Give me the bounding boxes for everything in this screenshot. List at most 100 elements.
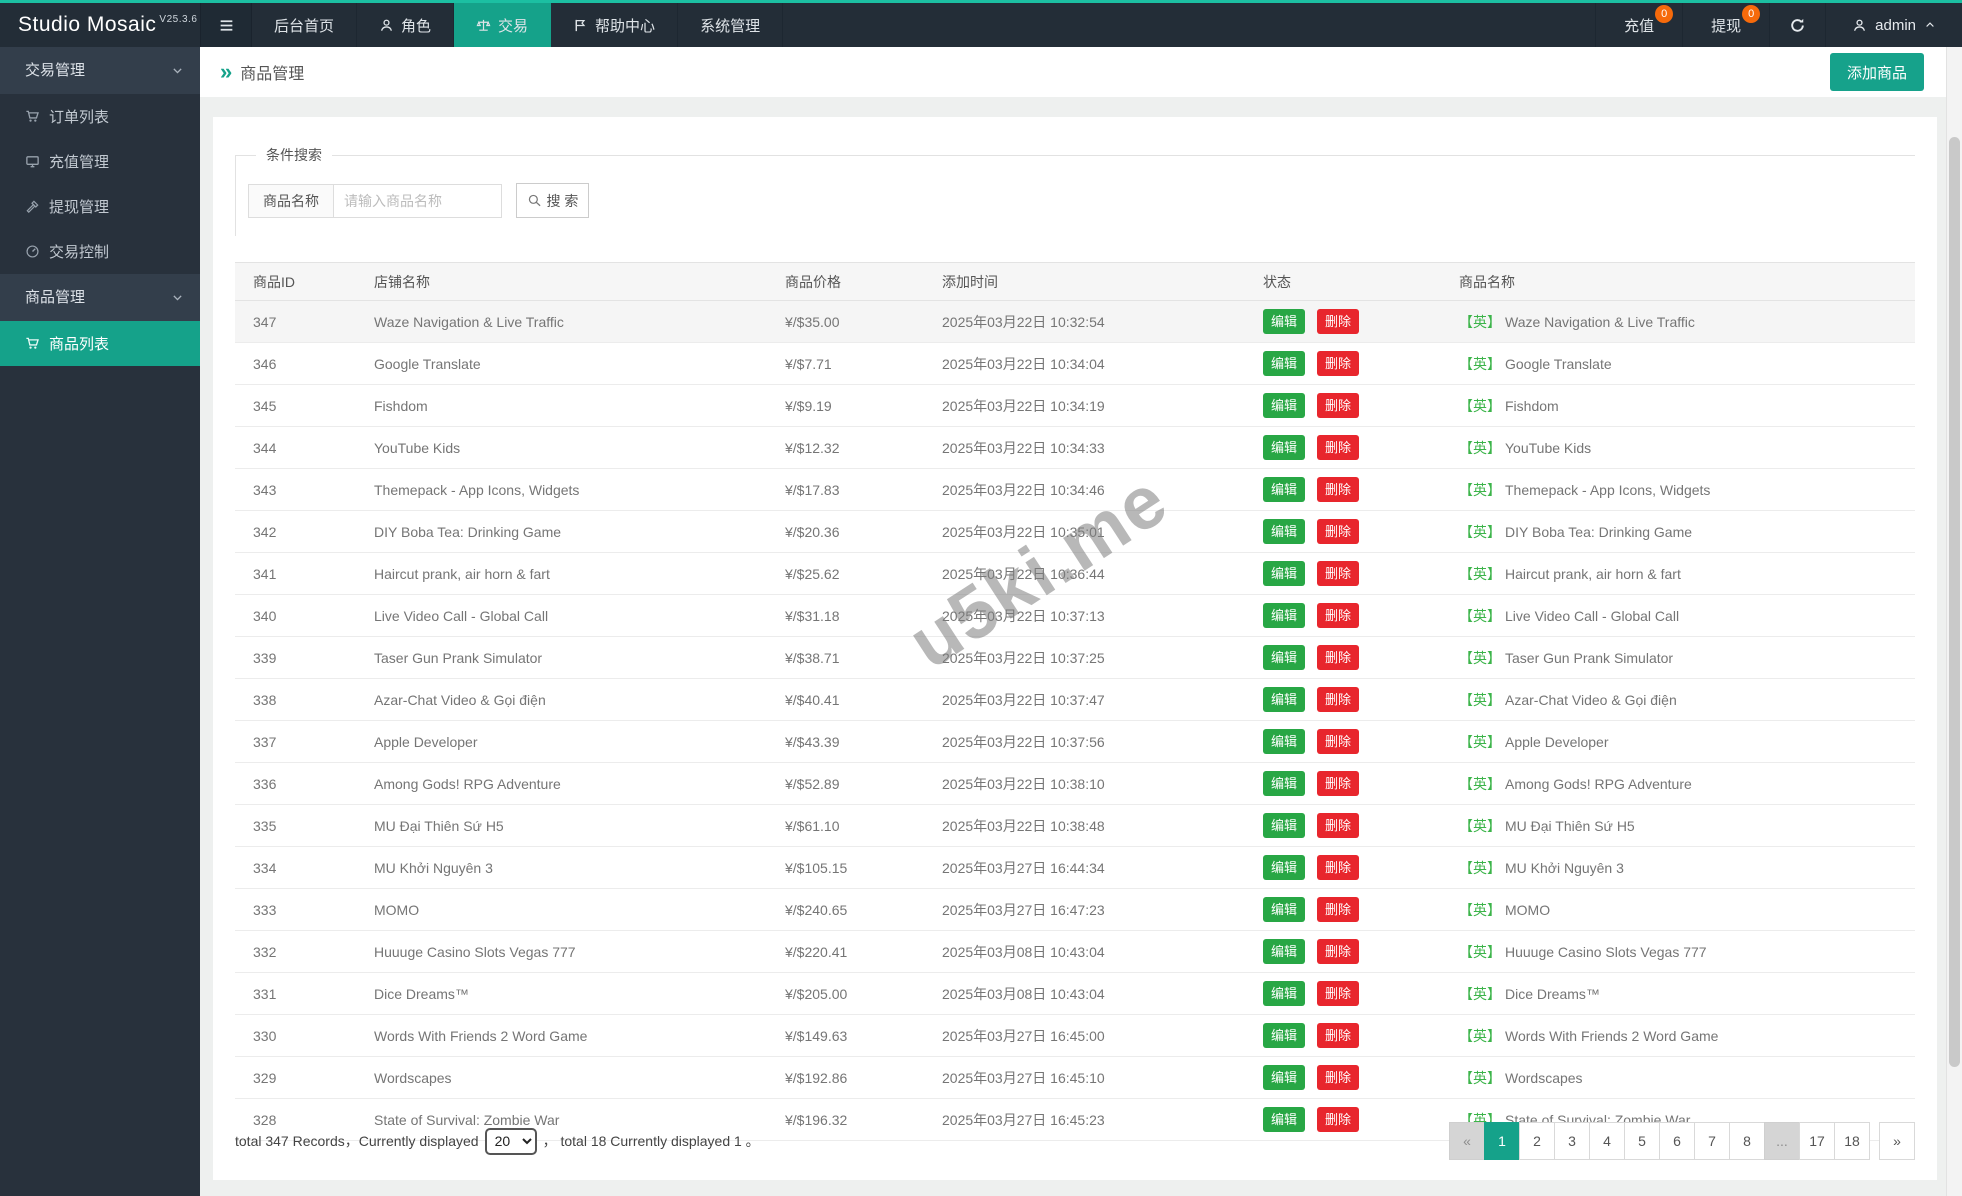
breadcrumb-bar: » 商品管理 添加商品 bbox=[200, 47, 1962, 97]
nav-tab-roles[interactable]: 角色 bbox=[357, 3, 455, 47]
pager-next[interactable]: » bbox=[1879, 1122, 1915, 1160]
delete-button[interactable]: 删除 bbox=[1317, 980, 1360, 1007]
sidebar-group-trade-management[interactable]: 交易管理 bbox=[0, 47, 200, 94]
edit-button[interactable]: 编辑 bbox=[1263, 350, 1306, 377]
pager-page-8[interactable]: 8 bbox=[1729, 1122, 1765, 1160]
edit-button[interactable]: 编辑 bbox=[1263, 518, 1306, 545]
lang-tag: 【英】 bbox=[1459, 565, 1501, 582]
product-name-text: Fishdom bbox=[1505, 397, 1559, 414]
delete-button[interactable]: 删除 bbox=[1317, 1064, 1360, 1091]
cell-product-name: 【英】 Among Gods! RPG Adventure bbox=[1459, 774, 1915, 794]
withdraw-badge: 0 bbox=[1742, 5, 1761, 23]
product-name-text: Apple Developer bbox=[1505, 733, 1609, 750]
cell-store-name: Wordscapes bbox=[374, 1069, 452, 1086]
delete-button[interactable]: 删除 bbox=[1317, 434, 1360, 461]
edit-button[interactable]: 编辑 bbox=[1263, 392, 1306, 419]
cell-price: ¥/$205.00 bbox=[785, 985, 848, 1002]
cell-actions: 编辑 删除 bbox=[1263, 686, 1459, 713]
sidebar-item-label: 提现管理 bbox=[49, 199, 110, 216]
edit-button[interactable]: 编辑 bbox=[1263, 728, 1306, 755]
cell-actions: 编辑 删除 bbox=[1263, 1064, 1459, 1091]
sidebar-item-order-list[interactable]: 订单列表 bbox=[0, 94, 200, 139]
cell-store-name: Azar-Chat Video & Gọi điện bbox=[374, 691, 546, 708]
edit-button[interactable]: 编辑 bbox=[1263, 434, 1306, 461]
delete-button[interactable]: 删除 bbox=[1317, 1022, 1360, 1049]
delete-button[interactable]: 删除 bbox=[1317, 392, 1360, 419]
pager-page-6[interactable]: 6 bbox=[1659, 1122, 1695, 1160]
sidebar-item-product-list[interactable]: 商品列表 bbox=[0, 321, 200, 366]
edit-button[interactable]: 编辑 bbox=[1263, 980, 1306, 1007]
refresh-button[interactable] bbox=[1769, 3, 1825, 47]
delete-button[interactable]: 删除 bbox=[1317, 518, 1360, 545]
lang-tag: 【英】 bbox=[1459, 355, 1501, 372]
edit-button[interactable]: 编辑 bbox=[1263, 1064, 1306, 1091]
edit-button[interactable]: 编辑 bbox=[1263, 308, 1306, 335]
cell-date: 2025年03月27日 16:44:34 bbox=[942, 859, 1105, 876]
edit-button[interactable]: 编辑 bbox=[1263, 476, 1306, 503]
scrollbar-thumb[interactable] bbox=[1949, 137, 1960, 1067]
pager-page-7[interactable]: 7 bbox=[1694, 1122, 1730, 1160]
edit-button[interactable]: 编辑 bbox=[1263, 770, 1306, 797]
cell-product-id: 342 bbox=[253, 523, 277, 540]
table-row: 347 Waze Navigation & Live Traffic ¥/$35.0… bbox=[235, 301, 1915, 343]
nav-tab-home[interactable]: 后台首页 bbox=[252, 3, 358, 47]
delete-button[interactable]: 删除 bbox=[1317, 686, 1360, 713]
nav-tab-system[interactable]: 系统管理 bbox=[678, 3, 784, 47]
pager-page-3[interactable]: 3 bbox=[1554, 1122, 1590, 1160]
sidebar-item-trade-control[interactable]: 交易控制 bbox=[0, 229, 200, 274]
user-menu[interactable]: admin bbox=[1825, 3, 1962, 47]
edit-button[interactable]: 编辑 bbox=[1263, 896, 1306, 923]
cell-product-name: 【英】 Wordscapes bbox=[1459, 1068, 1915, 1088]
edit-button[interactable]: 编辑 bbox=[1263, 602, 1306, 629]
lang-tag: 【英】 bbox=[1459, 985, 1501, 1002]
delete-button[interactable]: 删除 bbox=[1317, 770, 1360, 797]
delete-button[interactable]: 删除 bbox=[1317, 476, 1360, 503]
cell-actions: 编辑 删除 bbox=[1263, 476, 1459, 503]
recharge-quick-button[interactable]: 充值 0 bbox=[1595, 3, 1682, 47]
scrollbar[interactable] bbox=[1946, 47, 1962, 1196]
sidebar-group-product-management[interactable]: 商品管理 bbox=[0, 274, 200, 321]
delete-button[interactable]: 删除 bbox=[1317, 644, 1360, 671]
sidebar-item-withdraw-management[interactable]: 提现管理 bbox=[0, 184, 200, 229]
table-row: 332 Huuuge Casino Slots Vegas 777 ¥/$220.4… bbox=[235, 931, 1915, 973]
edit-button[interactable]: 编辑 bbox=[1263, 854, 1306, 881]
cell-store-name: Among Gods! RPG Adventure bbox=[374, 775, 561, 792]
cell-store-name: MU Khởi Nguyên 3 bbox=[374, 859, 493, 876]
delete-button[interactable]: 删除 bbox=[1317, 350, 1360, 377]
sidebar-toggle-button[interactable] bbox=[200, 3, 252, 47]
edit-button[interactable]: 编辑 bbox=[1263, 1022, 1306, 1049]
delete-button[interactable]: 删除 bbox=[1317, 812, 1360, 839]
delete-button[interactable]: 删除 bbox=[1317, 854, 1360, 881]
pager-page-4[interactable]: 4 bbox=[1589, 1122, 1625, 1160]
product-name-text: Wordscapes bbox=[1505, 1069, 1583, 1086]
delete-button[interactable]: 删除 bbox=[1317, 728, 1360, 755]
pager-page-1[interactable]: 1 bbox=[1484, 1122, 1520, 1160]
edit-button[interactable]: 编辑 bbox=[1263, 812, 1306, 839]
delete-button[interactable]: 删除 bbox=[1317, 560, 1360, 587]
delete-button[interactable]: 删除 bbox=[1317, 896, 1360, 923]
delete-button[interactable]: 删除 bbox=[1317, 938, 1360, 965]
product-name-label: 商品名称 bbox=[248, 183, 334, 218]
pager-page-2[interactable]: 2 bbox=[1519, 1122, 1555, 1160]
withdraw-quick-button[interactable]: 提现 0 bbox=[1682, 3, 1769, 47]
sidebar-item-recharge-management[interactable]: 充值管理 bbox=[0, 139, 200, 184]
product-name-text: Dice Dreams™ bbox=[1505, 985, 1600, 1002]
search-button[interactable]: 搜 索 bbox=[516, 183, 589, 218]
add-product-button[interactable]: 添加商品 bbox=[1830, 53, 1924, 91]
pager-page-17[interactable]: 17 bbox=[1799, 1122, 1835, 1160]
pager-page-5[interactable]: 5 bbox=[1624, 1122, 1660, 1160]
edit-button[interactable]: 编辑 bbox=[1263, 560, 1306, 587]
product-name-input[interactable] bbox=[334, 183, 502, 218]
nav-tab-help[interactable]: 帮助中心 bbox=[551, 3, 679, 47]
nav-tab-trade[interactable]: 交易 bbox=[454, 3, 552, 47]
edit-button[interactable]: 编辑 bbox=[1263, 938, 1306, 965]
edit-button[interactable]: 编辑 bbox=[1263, 644, 1306, 671]
delete-button[interactable]: 删除 bbox=[1317, 308, 1360, 335]
summary-part2: ， total 18 Currently displayed 1 。 bbox=[542, 1133, 760, 1149]
pager: «1 2 3 4 5 6 7 8... 17 18» bbox=[1449, 1122, 1915, 1160]
page-size-select[interactable]: 20 bbox=[484, 1127, 537, 1155]
delete-button[interactable]: 删除 bbox=[1317, 602, 1360, 629]
pager-page-18[interactable]: 18 bbox=[1834, 1122, 1870, 1160]
edit-button[interactable]: 编辑 bbox=[1263, 686, 1306, 713]
pager-prev[interactable]: « bbox=[1449, 1122, 1485, 1160]
